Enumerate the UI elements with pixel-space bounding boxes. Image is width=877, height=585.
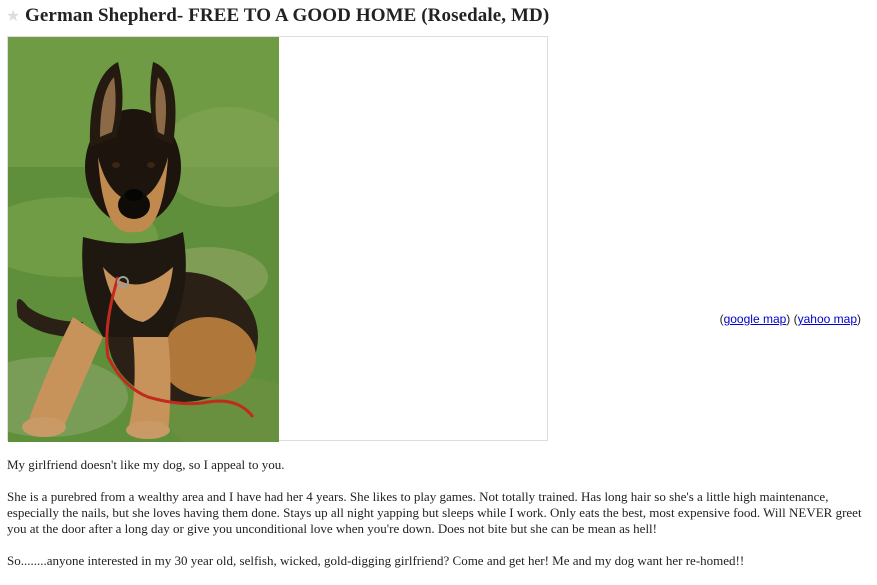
posting-body: My girlfriend doesn't like my dog, so I … [7, 457, 873, 585]
star-icon[interactable]: ★ [6, 8, 21, 24]
map-link-paren-close: ) [857, 312, 861, 326]
dog-photo[interactable] [8, 37, 279, 442]
posting-title: German Shepherd- FREE TO A GOOD HOME (Ro… [25, 5, 550, 26]
yahoo-map-link[interactable]: yahoo map [798, 312, 857, 326]
body-paragraph-2: She is a purebred from a wealthy area an… [7, 489, 862, 536]
image-gallery [7, 36, 548, 442]
map-link-separator: ) ( [786, 312, 798, 326]
body-paragraph-3: So........anyone interested in my 30 yea… [7, 553, 745, 568]
google-map-link[interactable]: google map [724, 312, 787, 326]
map-links: (google map) (yahoo map) [720, 312, 861, 326]
body-paragraph-1: My girlfriend doesn't like my dog, so I … [7, 457, 285, 472]
posting-header: ★ German Shepherd- FREE TO A GOOD HOME (… [6, 3, 549, 29]
